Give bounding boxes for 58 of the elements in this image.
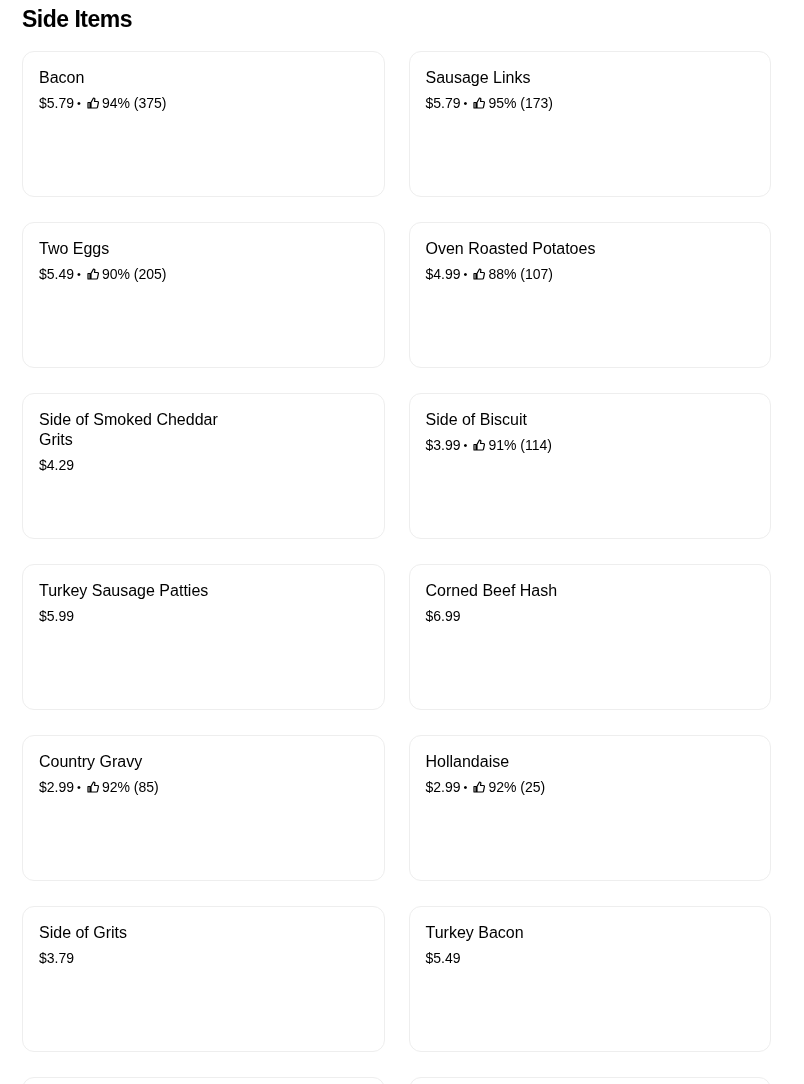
- thumbs-up-icon: [473, 97, 486, 109]
- item-price: $5.79: [425, 94, 461, 113]
- menu-item-card[interactable]: Side of Grits $3.79: [22, 906, 385, 1052]
- item-rating: 88% (107): [488, 265, 553, 284]
- item-price: $3.99: [425, 436, 461, 455]
- item-name: Corned Beef Hash: [425, 581, 558, 601]
- item-price: $3.79: [39, 949, 75, 968]
- separator-dot: •: [77, 267, 81, 282]
- item-rating: 95% (173): [488, 94, 553, 113]
- thumbs-up-icon: [86, 268, 99, 280]
- item-price: $2.99: [425, 778, 461, 797]
- item-name: Turkey Bacon: [425, 923, 524, 943]
- item-price: $2.99: [39, 778, 75, 797]
- separator-dot: •: [77, 780, 81, 795]
- item-rating: 92% (25): [488, 778, 546, 797]
- item-price: $4.29: [39, 456, 75, 475]
- item-price: $4.99: [425, 265, 461, 284]
- item-name: Country Gravy: [39, 752, 143, 772]
- menu-item-card[interactable]: Turkey Sausage Patties $5.99: [22, 564, 385, 710]
- separator-dot: •: [463, 96, 468, 111]
- menu-item-card[interactable]: Country Gravy $2.99 • 92% (85): [22, 735, 385, 881]
- menu-item-card[interactable]: Turkey Bacon $5.49: [408, 906, 771, 1052]
- item-name: Side of Smoked Cheddar Grits: [39, 410, 219, 450]
- section-title: Side Items: [22, 5, 133, 34]
- thumbs-up-icon: [473, 781, 486, 793]
- item-price: $5.49: [39, 265, 75, 284]
- item-rating: 91% (114): [488, 436, 552, 455]
- thumbs-up-icon: [473, 439, 486, 451]
- separator-dot: •: [463, 267, 468, 282]
- item-name: Sausage Links: [425, 68, 531, 88]
- item-price: $6.99: [425, 607, 461, 626]
- item-price: $5.79: [39, 94, 75, 113]
- item-price: $5.99: [39, 607, 75, 626]
- separator-dot: •: [463, 780, 468, 795]
- item-price: $5.49: [425, 949, 461, 968]
- thumbs-up-icon: [86, 97, 99, 109]
- item-rating: 90% (205): [101, 265, 167, 284]
- menu-item-card[interactable]: Corned Beef Hash $6.99: [408, 564, 771, 710]
- item-name: Bacon: [39, 68, 85, 88]
- menu-item-card[interactable]: Hollandaise $2.99 • 92% (25): [408, 735, 771, 881]
- separator-dot: •: [463, 438, 468, 453]
- thumbs-up-icon: [86, 781, 99, 793]
- item-name: Turkey Sausage Patties: [39, 581, 209, 601]
- menu-item-card[interactable]: Oven Roasted Potatoes $4.99 • 88% (107): [408, 222, 771, 368]
- item-rating: 92% (85): [101, 778, 159, 797]
- item-name: Hollandaise: [425, 752, 510, 772]
- item-name: Two Eggs: [39, 239, 110, 259]
- item-name: Side of Grits: [39, 923, 128, 943]
- menu-item-card[interactable]: Side of Biscuit $3.99 • 91% (114): [408, 393, 771, 539]
- menu-item-card[interactable]: Bacon $5.79 • 94% (375): [22, 51, 385, 197]
- item-rating: 94% (375): [101, 94, 167, 113]
- menu-item-card[interactable]: Sausage Links $5.79 • 95% (173): [408, 51, 771, 197]
- menu-item-card[interactable]: Two Eggs $5.49 • 90% (205): [22, 222, 385, 368]
- item-name: Side of Biscuit: [425, 410, 527, 430]
- menu-item-card[interactable]: Side of Smoked Cheddar Grits $4.29: [22, 393, 385, 539]
- separator-dot: •: [77, 96, 81, 111]
- thumbs-up-icon: [473, 268, 486, 280]
- item-name: Oven Roasted Potatoes: [425, 239, 596, 259]
